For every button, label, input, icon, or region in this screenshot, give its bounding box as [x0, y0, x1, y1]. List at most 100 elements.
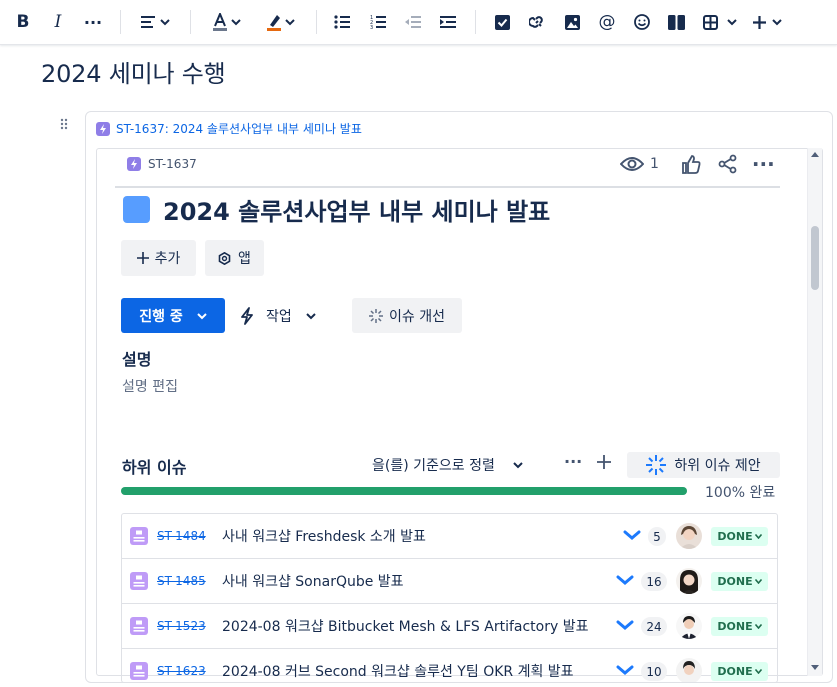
image-button[interactable]: [563, 8, 581, 36]
child-issue-summary[interactable]: 2024-08 워크샵 Bitbucket Mesh & LFS Artifac…: [222, 616, 602, 636]
issue-key: ST-1637: [148, 157, 197, 171]
suggest-label: 하위 이슈 제안: [674, 458, 761, 474]
scroll-down-arrow-icon[interactable]: [811, 665, 819, 670]
outdent-button[interactable]: [404, 8, 422, 36]
priority-low-icon: [616, 665, 634, 675]
child-issue-summary[interactable]: 사내 워크샵 Freshdesk 소개 발표: [222, 526, 602, 546]
epic-bolt-icon: [96, 121, 110, 136]
more-actions-button[interactable]: ···: [752, 152, 775, 176]
child-issue-summary[interactable]: 2024-08 커브 Second 워크샵 솔루션 Y팀 OKR 계획 발표: [222, 661, 602, 681]
chevron-down-icon: [754, 534, 762, 539]
action-dropdown[interactable]: 작업: [240, 298, 316, 333]
child-issues-more-button[interactable]: ···: [564, 452, 582, 471]
indent-button[interactable]: [439, 8, 457, 36]
child-issue-row[interactable]: ST-1623 2024-08 커브 Second 워크샵 솔루션 Y팀 OKR…: [122, 649, 777, 682]
layouts-button[interactable]: [667, 8, 685, 36]
assignee-avatar[interactable]: [676, 658, 702, 682]
description-editor[interactable]: 설명 편집: [122, 376, 178, 396]
status-badge[interactable]: DONE: [711, 617, 768, 636]
child-issues-list: ST-1484 사내 워크샵 Freshdesk 소개 발표 5 DONE ST…: [121, 513, 778, 683]
text-color-button[interactable]: [208, 8, 244, 36]
subtask-type-icon: [130, 662, 148, 680]
chevron-down-icon: [772, 19, 782, 26]
toolbar-divider: [316, 10, 317, 34]
issue-type-icon[interactable]: [123, 196, 150, 223]
improve-issue-button[interactable]: 이슈 개선: [352, 298, 462, 333]
action-item-button[interactable]: [493, 8, 511, 36]
assignee-avatar[interactable]: [676, 568, 702, 594]
status-badge[interactable]: DONE: [711, 527, 768, 546]
child-issues-heading: 하위 이슈: [122, 458, 187, 477]
child-issue-key[interactable]: ST-1484: [157, 529, 206, 543]
child-issue-key[interactable]: ST-1623: [157, 664, 206, 678]
emoji-button[interactable]: [633, 8, 651, 36]
status-badge[interactable]: DONE: [711, 572, 768, 591]
child-issue-row[interactable]: ST-1523 2024-08 워크샵 Bitbucket Mesh & LFS…: [122, 604, 777, 649]
progress-label: 100% 완료: [705, 485, 776, 501]
scrollbar-thumb[interactable]: [811, 226, 819, 290]
share-button[interactable]: [718, 154, 738, 174]
child-issue-key[interactable]: ST-1485: [157, 574, 206, 588]
child-issue-summary[interactable]: 사내 워크샵 SonarQube 발표: [222, 571, 602, 591]
child-issue-row[interactable]: ST-1484 사내 워크샵 Freshdesk 소개 발표 5 DONE: [122, 514, 777, 559]
assignee-avatar[interactable]: [676, 523, 702, 549]
plus-icon: [597, 455, 611, 469]
numbered-list-button[interactable]: 123: [369, 8, 387, 36]
issue-key-breadcrumb[interactable]: ST-1637: [127, 157, 197, 171]
panel-scrollbar[interactable]: [807, 148, 822, 676]
action-label: 작업: [266, 308, 292, 325]
svg-text:3: 3: [370, 25, 373, 29]
suggest-child-issues-button[interactable]: 하위 이슈 제안: [627, 452, 780, 478]
priority-low-icon: [616, 575, 634, 585]
story-points: 24: [641, 617, 667, 636]
apps-button[interactable]: 앱: [205, 240, 264, 276]
ai-sparkle-icon: [369, 308, 383, 323]
issue-title[interactable]: 2024 솔루션사업부 내부 세미나 발표: [163, 192, 550, 227]
mention-button[interactable]: @: [597, 8, 617, 36]
story-points: 10: [641, 662, 667, 681]
text-styles-button[interactable]: [137, 8, 173, 36]
apps-icon: [218, 251, 231, 265]
sort-dropdown[interactable]: 을(를) 기준으로 정렬: [372, 455, 523, 475]
highlight-button[interactable]: [262, 8, 298, 36]
status-label: 진행 중: [139, 308, 183, 325]
embed-issue-link[interactable]: ST-1637: 2024 솔루션사업부 내부 세미나 발표: [96, 120, 362, 137]
issue-header-actions: 1 ···: [620, 152, 775, 176]
insert-button[interactable]: [750, 8, 784, 36]
progress-bar: [121, 487, 687, 495]
italic-button[interactable]: I: [47, 8, 69, 36]
table-button[interactable]: [700, 8, 740, 36]
scroll-up-arrow-icon[interactable]: [811, 152, 819, 157]
subtask-type-icon: [130, 527, 148, 545]
chevron-down-icon: [754, 579, 762, 584]
child-issue-key[interactable]: ST-1523: [157, 619, 206, 633]
add-button[interactable]: 추가: [121, 240, 196, 276]
more-formatting-button[interactable]: ···: [82, 8, 104, 36]
page-title[interactable]: 2024 세미나 수행: [41, 54, 226, 89]
header-divider: [115, 186, 780, 188]
priority-low-icon: [623, 530, 641, 540]
child-issue-row[interactable]: ST-1485 사내 워크샵 SonarQube 발표 16 DONE: [122, 559, 777, 604]
story-points: 5: [648, 527, 666, 546]
drag-handle-icon[interactable]: [60, 118, 68, 134]
emoji-icon: [634, 14, 650, 30]
watch-button[interactable]: 1: [620, 156, 659, 172]
toolbar-divider: [475, 10, 476, 34]
description-heading: 설명: [122, 350, 152, 369]
status-badge[interactable]: DONE: [711, 662, 768, 681]
watcher-count: 1: [650, 156, 659, 172]
toolbar-divider: [190, 10, 191, 34]
chevron-down-icon: [306, 312, 316, 319]
chevron-down-icon: [284, 19, 295, 26]
assignee-avatar[interactable]: [676, 613, 702, 639]
status-dropdown[interactable]: 진행 중: [121, 298, 225, 333]
bullet-list-button[interactable]: [333, 8, 351, 36]
add-child-issue-button[interactable]: [597, 452, 611, 474]
link-button[interactable]: [528, 8, 546, 36]
bold-button[interactable]: B: [12, 8, 34, 36]
vote-button[interactable]: [681, 154, 701, 174]
outdent-icon: [405, 16, 421, 28]
editor-toolbar: B I ··· 123 @: [0, 0, 837, 45]
chevron-down-icon: [513, 462, 523, 469]
table-icon: [703, 14, 718, 30]
